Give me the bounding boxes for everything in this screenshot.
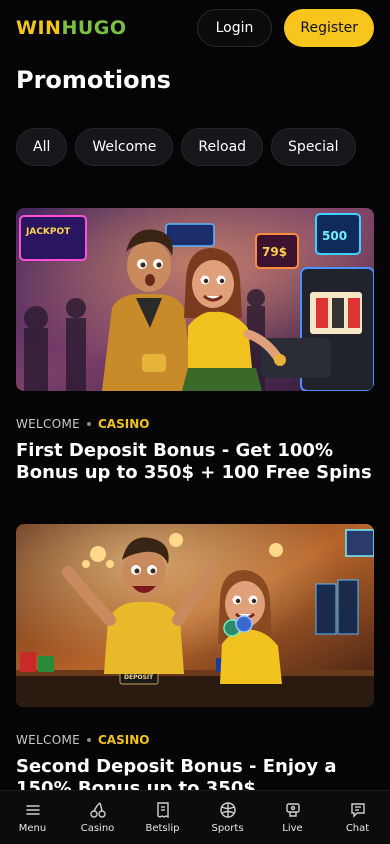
ticket-icon [156,802,169,819]
nav-label: Menu [18,823,47,834]
logo-text-hugo: HUGO [61,17,127,39]
nav-label: Casino [80,823,115,834]
promo-card[interactable]: DEPOSIT WELCOME CASINO Second Deposit Bo… [16,524,374,800]
chat-icon [350,803,365,818]
login-button[interactable]: Login [196,9,273,47]
page-title: Promotions [16,66,171,94]
nav-item-casino[interactable]: Casino [68,801,128,834]
promo-category: CASINO [98,417,150,431]
neon-sign-jackpot: JACKPOT [25,227,71,237]
nav-label: Live [282,823,303,834]
live-icon [285,803,300,817]
separator-dot [87,738,91,742]
promo-image[interactable]: JACKPOT 79$ 500 [16,208,374,391]
nav-label: Chat [345,823,370,834]
cherries-icon [89,802,106,818]
filter-tabs: All Welcome Reload Special [16,128,356,166]
promo-image[interactable]: DEPOSIT [16,524,374,707]
filter-chip-special[interactable]: Special [271,128,356,166]
nav-item-betslip[interactable]: Betslip [133,801,193,834]
promo-meta: WELCOME CASINO [16,417,374,431]
filter-chip-welcome[interactable]: Welcome [75,128,174,166]
neon-sign-500: 500 [322,229,347,243]
promo-meta: WELCOME CASINO [16,733,374,747]
brand-logo[interactable]: WINHUGO [16,17,127,39]
bottom-navigation: Menu Casino Betslip Sports Live Chat [0,790,390,844]
nav-label: Betslip [145,823,180,834]
promo-title[interactable]: First Deposit Bonus - Get 100% Bonus up … [16,440,374,484]
auth-buttons: Login Register [196,9,374,47]
promo-category: CASINO [98,733,150,747]
nav-item-chat[interactable]: Chat [328,801,388,834]
nav-item-menu[interactable]: Menu [3,801,63,834]
ball-icon [219,802,236,818]
menu-icon [25,805,40,815]
nav-label: Sports [211,823,244,834]
top-header: WINHUGO Login Register [0,0,390,56]
logo-text-win: WIN [16,17,62,39]
filter-chip-all[interactable]: All [16,128,68,166]
nav-item-sports[interactable]: Sports [198,801,258,834]
neon-sign-price: 79$ [262,245,287,259]
deposit-sign: DEPOSIT [124,674,154,681]
promo-tag: WELCOME [16,733,80,747]
filter-chip-reload[interactable]: Reload [181,128,264,166]
separator-dot [87,422,91,426]
promo-tag: WELCOME [16,417,80,431]
register-button[interactable]: Register [284,9,374,47]
promo-card[interactable]: JACKPOT 79$ 500 WELCOME CASINO First Dep… [16,208,374,484]
nav-item-live[interactable]: Live [263,801,323,834]
